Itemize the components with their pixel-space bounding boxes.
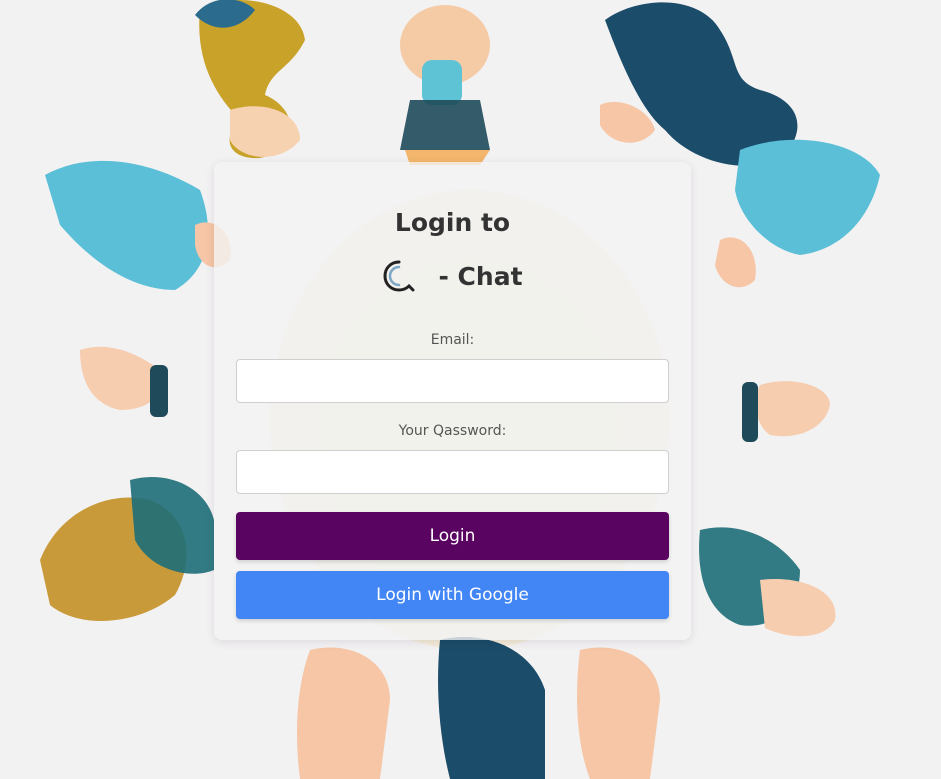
- password-label: Your Qassword:: [398, 423, 507, 439]
- email-label: Email:: [430, 332, 475, 348]
- brand-suffix: - Chat: [438, 261, 523, 291]
- login-title: Login to: [394, 208, 511, 237]
- login-button[interactable]: Login: [236, 512, 669, 560]
- password-field[interactable]: [236, 450, 669, 494]
- brand-row: - Chat: [214, 256, 691, 296]
- email-field[interactable]: [236, 359, 669, 403]
- login-page: Login to - Chat Email: Your Qassword: Lo…: [0, 0, 941, 779]
- login-card: Login to - Chat Email: Your Qassword: Lo…: [214, 162, 691, 640]
- google-login-button[interactable]: Login with Google: [236, 571, 669, 619]
- q-swirl-logo-icon: [383, 260, 415, 292]
